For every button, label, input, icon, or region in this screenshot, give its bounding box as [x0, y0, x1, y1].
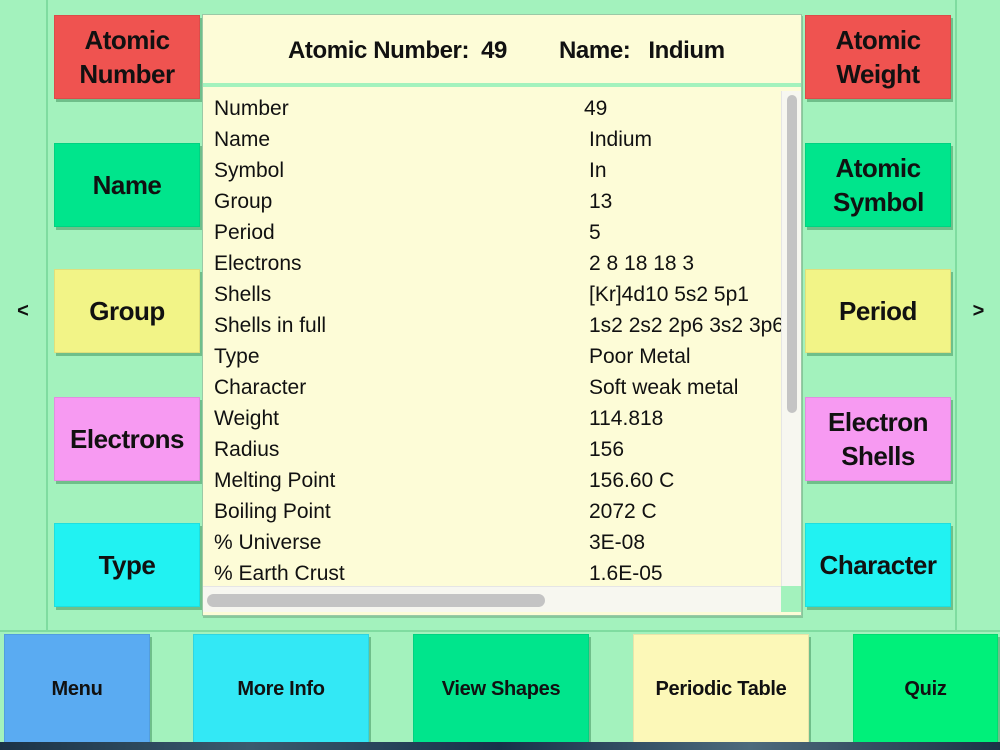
- electrons-label: Electrons: [70, 424, 185, 454]
- property-value: Poor Metal: [589, 345, 691, 368]
- property-value: Soft weak metal: [589, 376, 739, 399]
- group-button[interactable]: Group: [54, 269, 200, 353]
- property-row: % Earth Crust 1.6E-05: [203, 558, 781, 586]
- property-value: 1s2 2s2 2p6 3s2 3p6: [589, 314, 781, 337]
- property-row: % Universe 3E-08: [203, 527, 781, 558]
- property-value: 156.60 C: [589, 469, 675, 492]
- more-info-label: More Info: [237, 677, 325, 700]
- property-row: Melting Point 156.60 C: [203, 465, 781, 496]
- view-shapes-button[interactable]: View Shapes: [413, 634, 589, 744]
- property-value: 2 8 18 18 3: [589, 252, 695, 275]
- name-heading: Name:: [559, 37, 631, 64]
- property-value: 1.6E-05: [589, 562, 663, 585]
- property-key: Period: [214, 221, 275, 244]
- atomic-weight-button[interactable]: Atomic Weight: [805, 15, 951, 99]
- view-shapes-label: View Shapes: [441, 677, 561, 700]
- periodic-table-label: Periodic Table: [655, 677, 787, 700]
- atomic-number-value: 49: [481, 37, 507, 64]
- property-row: Group 13: [203, 186, 781, 217]
- atomic-number-button[interactable]: Atomic Number: [54, 15, 200, 99]
- atomic-symbol-button[interactable]: Atomic Symbol: [805, 143, 951, 227]
- atomic-number-heading: Atomic Number:: [288, 37, 470, 64]
- name-value: Indium: [648, 37, 725, 64]
- property-row: Shells [Kr]4d10 5s2 5p1: [203, 279, 781, 310]
- property-key: Melting Point: [214, 469, 336, 492]
- property-value: Indium: [589, 128, 653, 151]
- property-key: Group: [214, 190, 273, 213]
- horizontal-scrollbar[interactable]: [203, 586, 781, 612]
- property-value: 49: [584, 97, 608, 120]
- property-value: 114.818: [589, 407, 664, 430]
- atomic-number-label: Atomic Number: [79, 25, 175, 89]
- property-row: Type Poor Metal: [203, 341, 781, 372]
- property-key: Weight: [214, 407, 279, 430]
- property-key: Character: [214, 376, 307, 399]
- property-key: Boiling Point: [214, 500, 331, 523]
- chevron-left-icon: <: [17, 300, 29, 322]
- property-row: Period 5: [203, 217, 781, 248]
- property-key: Shells in full: [214, 314, 327, 337]
- horizontal-scroll-thumb[interactable]: [207, 594, 545, 607]
- desktop-background-edge: [0, 742, 1000, 750]
- property-row: Radius 156: [203, 434, 781, 465]
- property-value: 13: [589, 190, 613, 213]
- element-header: Atomic Number: 49 Name: Indium: [203, 15, 801, 87]
- scroll-corner: [781, 586, 801, 612]
- app-window: < > Atomic Number Name Group Electrons T…: [0, 0, 1000, 750]
- property-row: Boiling Point 2072 C: [203, 496, 781, 527]
- prev-element-button[interactable]: <: [0, 0, 48, 630]
- element-info-panel: Atomic Number: 49 Name: Indium Number 49 N…: [202, 14, 802, 616]
- atomic-symbol-label: Atomic Symbol: [833, 153, 924, 217]
- character-label: Character: [819, 550, 937, 580]
- period-label: Period: [839, 296, 917, 326]
- property-value: 2072 C: [589, 500, 657, 523]
- periodic-table-button[interactable]: Periodic Table: [633, 634, 809, 744]
- electron-shells-button[interactable]: Electron Shells: [805, 397, 951, 481]
- period-button[interactable]: Period: [805, 269, 951, 353]
- atomic-weight-label: Atomic Weight: [835, 25, 921, 89]
- property-row: Shells in full 1s2 2s2 2p6 3s2 3p6: [203, 310, 781, 341]
- properties-list[interactable]: Number 49 Name Indium Symbol In Group 13 Period 5…: [203, 91, 781, 586]
- quiz-label: Quiz: [904, 677, 947, 700]
- property-key: Electrons: [214, 252, 302, 275]
- electron-shells-label: Electron Shells: [828, 407, 929, 471]
- property-row: Character Soft weak metal: [203, 372, 781, 403]
- quiz-button[interactable]: Quiz: [853, 634, 998, 744]
- property-value: 3E-08: [589, 531, 646, 554]
- menu-label: Menu: [51, 677, 103, 700]
- property-value: [Kr]4d10 5s2 5p1: [589, 283, 749, 306]
- property-key: Number: [214, 97, 289, 120]
- property-key: Type: [214, 345, 260, 368]
- name-label: Name: [92, 170, 162, 200]
- vertical-scrollbar[interactable]: [781, 91, 801, 586]
- property-value: 156: [589, 438, 625, 461]
- property-key: % Universe: [214, 531, 322, 554]
- group-label: Group: [89, 296, 165, 326]
- property-key: Name: [214, 128, 271, 151]
- property-row: Electrons 2 8 18 18 3: [203, 248, 781, 279]
- property-row: Number 49: [203, 93, 781, 124]
- property-key: % Earth Crust: [214, 562, 345, 585]
- property-value: 5: [589, 221, 601, 244]
- property-key: Symbol: [214, 159, 285, 182]
- type-label: Type: [98, 550, 156, 580]
- property-key: Radius: [214, 438, 280, 461]
- menu-button[interactable]: Menu: [4, 634, 150, 744]
- property-key: Shells: [214, 283, 272, 306]
- next-element-button[interactable]: >: [955, 0, 1000, 630]
- chevron-right-icon: >: [972, 300, 985, 322]
- property-row: Weight 114.818: [203, 403, 781, 434]
- property-row: Name Indium: [203, 124, 781, 155]
- name-button[interactable]: Name: [54, 143, 200, 227]
- electrons-button[interactable]: Electrons: [54, 397, 200, 481]
- property-value: In: [589, 159, 607, 182]
- more-info-button[interactable]: More Info: [193, 634, 369, 744]
- property-row: Symbol In: [203, 155, 781, 186]
- vertical-scroll-thumb[interactable]: [787, 95, 797, 413]
- character-button[interactable]: Character: [805, 523, 951, 607]
- type-button[interactable]: Type: [54, 523, 200, 607]
